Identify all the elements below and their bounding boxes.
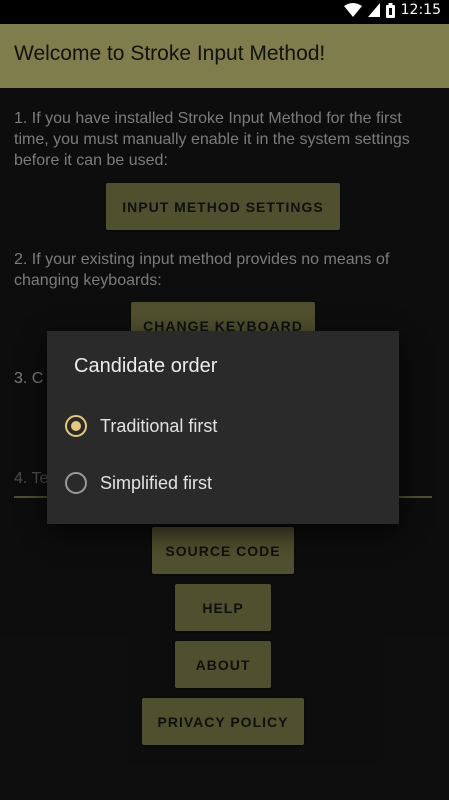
status-time: 12:15 [400,2,441,18]
status-bar: 12:15 [0,0,449,24]
option-traditional-first[interactable]: Traditional first [65,402,385,450]
battery-icon [385,2,395,18]
status-icons: 12:15 [343,2,441,18]
signal-icon [367,3,380,17]
radio-checked-icon[interactable] [65,415,87,437]
app-title: Welcome to Stroke Input Method! [14,42,326,65]
option-label: Traditional first [100,415,218,436]
option-label: Simplified first [100,472,213,493]
dialog-title: Candidate order [74,355,218,377]
candidate-order-dialog: Candidate order Traditional first Simpli… [47,331,399,524]
app-bar: Welcome to Stroke Input Method! [0,24,449,88]
wifi-icon [343,3,362,17]
radio-unchecked-icon[interactable] [65,472,87,494]
option-simplified-first[interactable]: Simplified first [65,459,385,507]
